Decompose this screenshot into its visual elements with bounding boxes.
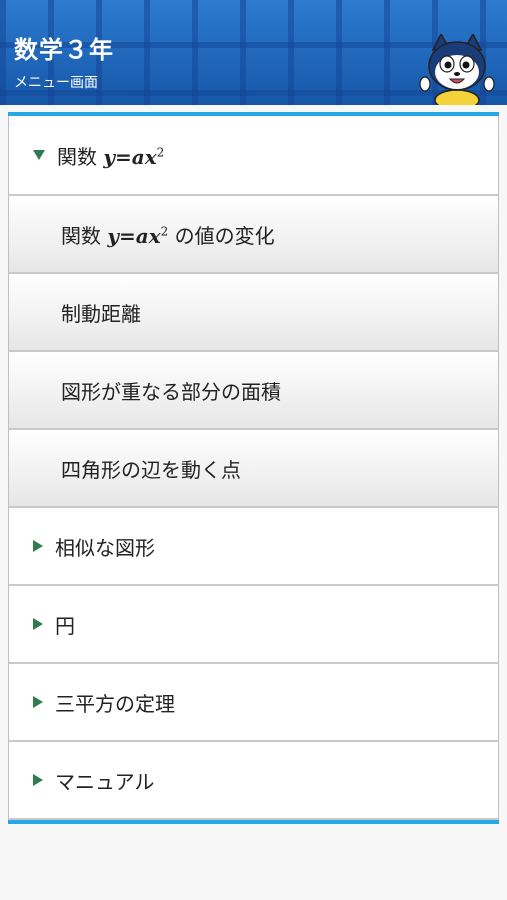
- triangle-right-icon: [33, 696, 43, 708]
- triangle-right-icon: [33, 540, 43, 552]
- section-manual[interactable]: マニュアル: [8, 742, 499, 820]
- section-label: 相似な図形: [55, 535, 155, 560]
- section-circle[interactable]: 円: [8, 586, 499, 664]
- submenu-item-braking-distance[interactable]: 制動距離: [8, 274, 499, 352]
- triangle-right-icon: [33, 774, 43, 786]
- submenu-item-label: 関数 y=ax2 の値の変化: [61, 223, 275, 248]
- submenu-item-label: 図形が重なる部分の面積: [61, 379, 281, 404]
- triangle-down-icon: [33, 150, 45, 160]
- cat-mascot-icon: [419, 34, 495, 105]
- submenu-item-label: 四角形の辺を動く点: [61, 457, 241, 482]
- section-label: マニュアル: [55, 769, 155, 794]
- triangle-right-icon: [33, 618, 43, 630]
- submenu-item-value-change[interactable]: 関数 y=ax2 の値の変化: [8, 196, 499, 274]
- submenu-item-overlap-area[interactable]: 図形が重なる部分の面積: [8, 352, 499, 430]
- section-label: 円: [55, 613, 75, 638]
- section-similar-figures[interactable]: 相似な図形: [8, 508, 499, 586]
- app-title: 数学３年: [14, 36, 114, 64]
- section-pythagorean-theorem[interactable]: 三平方の定理: [8, 664, 499, 742]
- app-header: 数学３年 メニュー画面: [0, 0, 507, 105]
- section-label: 三平方の定理: [55, 691, 175, 716]
- formula: y=ax2: [103, 144, 165, 169]
- submenu-item-label: 制動距離: [61, 301, 141, 326]
- section-label: 関数 y=ax2: [57, 144, 165, 169]
- formula: y=ax2: [107, 223, 169, 248]
- menu-list: 関数 y=ax2 関数 y=ax2 の値の変化 制動距離 図形が重なる部分の面積…: [8, 112, 499, 824]
- submenu-item-moving-point[interactable]: 四角形の辺を動く点: [8, 430, 499, 508]
- section-quadratic-function[interactable]: 関数 y=ax2: [8, 116, 499, 196]
- screen-subtitle: メニュー画面: [14, 75, 98, 91]
